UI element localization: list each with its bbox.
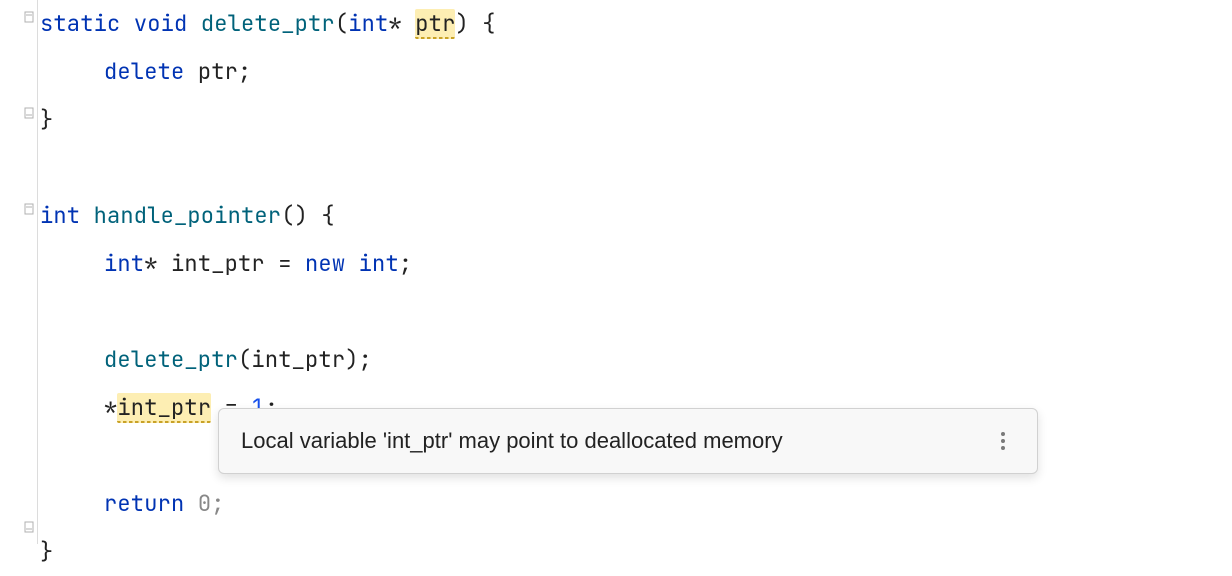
code-line: } — [40, 96, 1232, 144]
inspection-tooltip: Local variable 'int_ptr' may point to de… — [218, 408, 1038, 474]
code-line-blank — [40, 144, 1232, 192]
punct: * — [144, 249, 157, 278]
identifier: int_ptr — [251, 345, 345, 374]
identifier-warning: int_ptr — [117, 393, 211, 423]
space — [345, 249, 358, 278]
tooltip-message: Local variable 'int_ptr' may point to de… — [241, 428, 991, 454]
punct: ) { — [455, 9, 495, 38]
keyword: new — [305, 249, 345, 278]
identifier: ptr — [198, 57, 238, 86]
brace: } — [40, 537, 53, 566]
type: int — [359, 249, 399, 278]
code-line: } — [40, 528, 1232, 576]
code-line: delete_ptr(int_ptr); — [40, 336, 1232, 384]
keyword: static — [40, 9, 120, 38]
punct: () { — [281, 201, 335, 230]
fold-close-icon[interactable] — [22, 520, 36, 534]
type: int — [348, 9, 388, 38]
function-name: handle_pointer — [94, 201, 282, 230]
punct: ); — [345, 345, 372, 374]
punct: ; — [238, 57, 251, 86]
code-line: return 0; — [40, 480, 1232, 528]
fold-open-icon[interactable] — [22, 10, 36, 24]
punct: ( — [238, 345, 251, 374]
param-highlight: ptr — [415, 9, 455, 39]
type: int — [104, 249, 144, 278]
function-name: delete_ptr — [201, 9, 335, 38]
punct: ; — [399, 249, 412, 278]
space — [80, 201, 93, 230]
identifier: int_ptr — [171, 249, 265, 278]
punct: = — [265, 249, 305, 278]
code-line: int handle_pointer() { — [40, 192, 1232, 240]
brace: } — [40, 105, 53, 134]
more-vertical-icon[interactable] — [991, 432, 1015, 450]
punct: ( — [335, 9, 348, 38]
keyword: delete — [104, 57, 184, 86]
space — [158, 249, 171, 278]
keyword: return — [104, 489, 184, 518]
type: int — [40, 201, 80, 230]
space — [402, 9, 415, 38]
obscured-text: 0; — [198, 489, 225, 518]
punct: * — [388, 9, 401, 38]
punct: * — [104, 393, 117, 422]
fold-open-icon[interactable] — [22, 202, 36, 216]
gutter — [0, 0, 38, 544]
code-line: delete ptr; — [40, 48, 1232, 96]
fold-close-icon[interactable] — [22, 106, 36, 120]
space — [184, 57, 197, 86]
code-line: static void delete_ptr(int* ptr) { — [40, 0, 1232, 48]
space — [184, 489, 197, 518]
keyword: void — [134, 9, 188, 38]
code-line-blank — [40, 288, 1232, 336]
code-line: int* int_ptr = new int; — [40, 240, 1232, 288]
function-call: delete_ptr — [104, 345, 238, 374]
